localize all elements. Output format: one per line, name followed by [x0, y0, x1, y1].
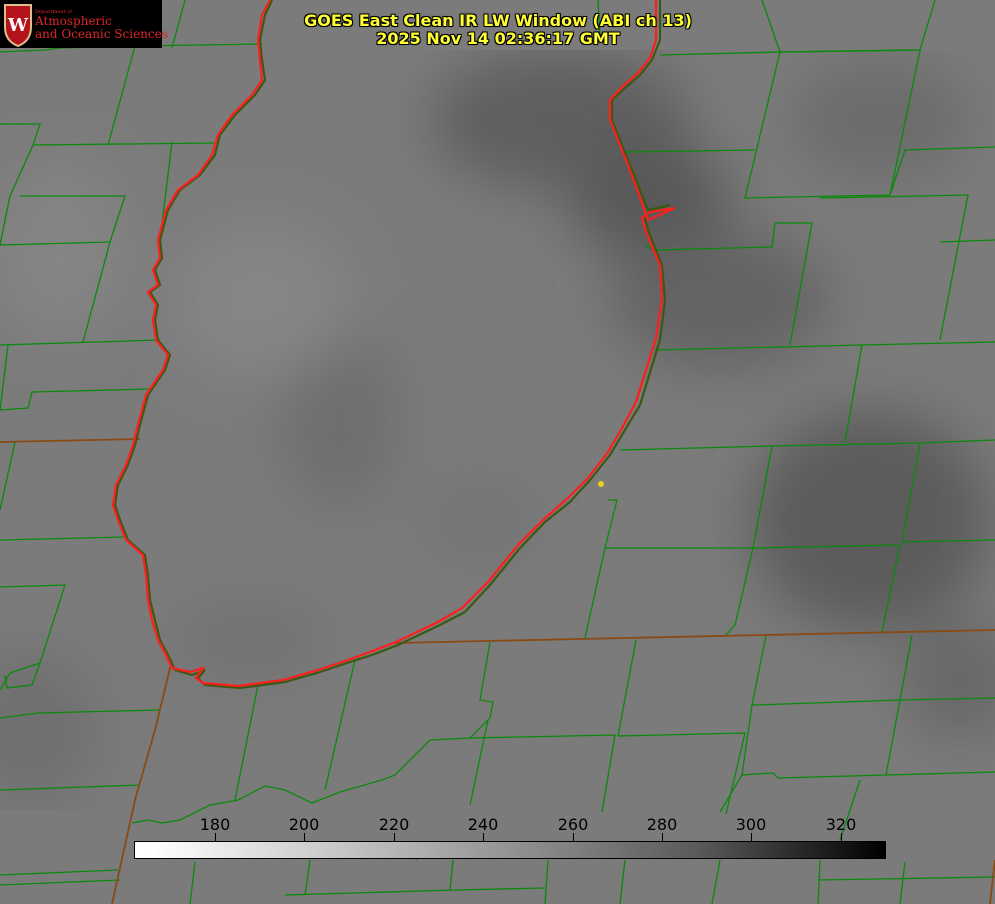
- logo-line1: Atmospheric: [35, 14, 112, 28]
- colorbar-tick-label: 320: [825, 815, 857, 834]
- colorbar-tick-mark: [751, 833, 752, 841]
- uw-aos-logo: W Department of Atmospheric and Oceanic …: [0, 0, 168, 48]
- colorbar-tick-mark: [215, 833, 216, 841]
- colorbar-tick-label: 180: [199, 815, 231, 834]
- colorbar-tick-label: 200: [288, 815, 320, 834]
- image-timestamp: 2025 Nov 14 02:36:17 GMT: [376, 29, 620, 48]
- satellite-map: [0, 0, 995, 904]
- colorbar-tick-label: 260: [557, 815, 589, 834]
- colorbar-tick-mark: [662, 833, 663, 841]
- colorbar: [134, 841, 886, 859]
- colorbar-tick-label: 280: [646, 815, 678, 834]
- crest-icon: W: [4, 4, 32, 47]
- colorbar-tick-label: 300: [735, 815, 767, 834]
- colorbar-tick-mark: [573, 833, 574, 841]
- colorbar-tick-mark: [304, 833, 305, 841]
- logo-line2: and Oceanic Sciences: [35, 27, 168, 41]
- colorbar-tick-mark: [483, 833, 484, 841]
- svg-text:W: W: [7, 15, 29, 36]
- colorbar-tick-mark: [841, 833, 842, 841]
- colorbar-tick-mark: [394, 833, 395, 841]
- image-title: GOES East Clean IR LW Window (ABI ch 13): [304, 11, 692, 30]
- station-marker: [598, 481, 604, 487]
- colorbar-tick-label: 240: [467, 815, 499, 834]
- colorbar-tick-label: 220: [378, 815, 410, 834]
- satellite-image-viewer: W Department of Atmospheric and Oceanic …: [0, 0, 995, 904]
